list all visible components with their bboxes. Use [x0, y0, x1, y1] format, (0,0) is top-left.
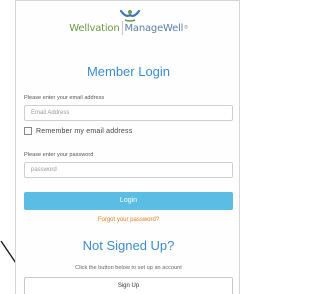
password-label: Please enter your password	[24, 152, 94, 158]
signup-button[interactable]: Sign Up	[24, 277, 233, 294]
signup-helper-text: Click the button below to set up an acco…	[75, 265, 182, 271]
remember-email-checkbox[interactable]	[24, 127, 32, 135]
password-field[interactable]: password	[24, 162, 233, 178]
logo-divider	[121, 21, 123, 35]
signup-title: Not Signed Up?	[82, 238, 175, 253]
logo-brand-text: Wellvation	[69, 22, 120, 34]
login-button[interactable]: Login	[24, 192, 233, 210]
app-logo: Wellvation ManageWell ®	[16, 15, 241, 41]
remember-email-option[interactable]: Remember my email address	[24, 127, 132, 135]
page: Wellvation ManageWell ® Member Login Ple…	[0, 0, 242, 294]
logo-trademark: ®	[184, 25, 188, 31]
forgot-password-link[interactable]: Forgot your password?	[16, 217, 241, 223]
logo-product-text: ManageWell	[124, 22, 184, 34]
email-label: Please enter your email address	[24, 95, 105, 101]
login-title: Member Login	[86, 64, 171, 79]
login-card: Wellvation ManageWell ® Member Login Ple…	[15, 0, 240, 294]
email-field[interactable]: Email Address	[24, 105, 233, 121]
remember-email-label: Remember my email address	[36, 127, 133, 135]
